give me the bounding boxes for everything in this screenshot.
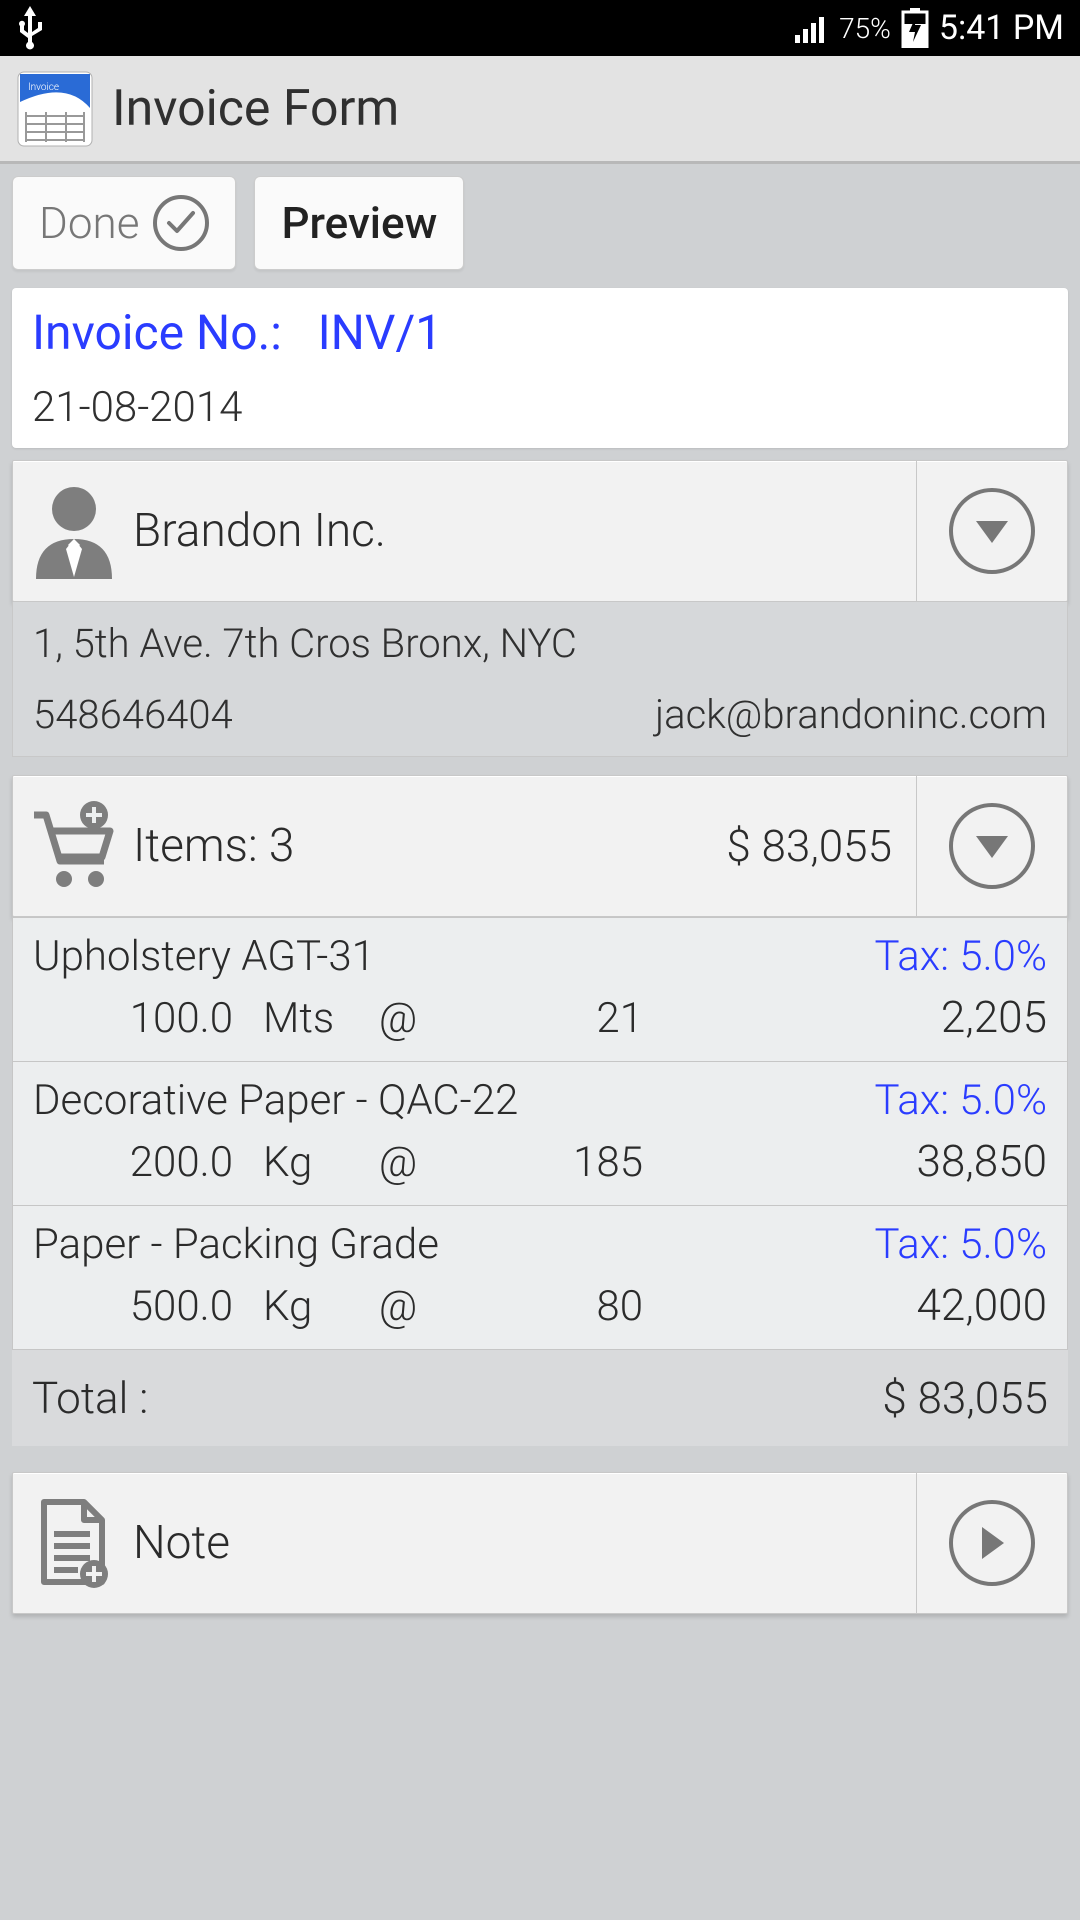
chevron-down-icon: [949, 803, 1035, 889]
clock: 5:41 PM: [939, 8, 1064, 48]
invoice-date: 21-08-2014: [32, 383, 1048, 432]
items-expand-button[interactable]: [917, 803, 1067, 889]
app-icon: Invoice: [16, 70, 94, 148]
total-value: $ 83,055: [882, 1372, 1048, 1424]
done-button[interactable]: Done: [12, 176, 236, 270]
items-count-label: Items: 3: [133, 819, 294, 873]
item-at: @: [353, 1282, 443, 1331]
item-unit: Mts: [233, 994, 353, 1043]
chevron-right-icon: [949, 1500, 1035, 1586]
item-amount: 38,850: [643, 1135, 1047, 1187]
line-items-list: Upholstery AGT-31 Tax: 5.0% 100.0 Mts @ …: [12, 917, 1068, 1350]
customer-phone: 548646404: [33, 691, 233, 738]
customer-expand-button[interactable]: [917, 488, 1067, 574]
item-unit: Kg: [233, 1138, 353, 1187]
invoice-number-value: INV/1: [318, 304, 443, 361]
preview-button[interactable]: Preview: [254, 176, 464, 270]
customer-select[interactable]: Brandon Inc.: [13, 461, 917, 601]
items-section-header: Items: 3 $ 83,055: [12, 775, 1068, 917]
item-tax: Tax: 5.0%: [875, 1220, 1047, 1269]
customer-email: jack@brandoninc.com: [655, 691, 1047, 738]
title-bar: Invoice Invoice Form: [0, 56, 1080, 164]
line-item[interactable]: Decorative Paper - QAC-22 Tax: 5.0% 200.…: [12, 1062, 1068, 1206]
note-add-icon: [29, 1493, 119, 1593]
battery-percent: 75%: [839, 12, 891, 45]
item-at: @: [353, 994, 443, 1043]
item-at: @: [353, 1138, 443, 1187]
item-rate: 21: [443, 994, 643, 1043]
customer-address: 1, 5th Ave. 7th Cros Bronx, NYC: [33, 620, 1047, 667]
usb-icon: [16, 6, 44, 50]
page-title: Invoice Form: [112, 80, 399, 138]
signal-icon: [795, 13, 829, 43]
line-item[interactable]: Upholstery AGT-31 Tax: 5.0% 100.0 Mts @ …: [12, 917, 1068, 1062]
preview-label: Preview: [281, 197, 437, 249]
invoice-number-label: Invoice No.:: [32, 304, 282, 361]
item-qty: 500.0: [33, 1282, 233, 1331]
customer-name: Brandon Inc.: [133, 504, 386, 558]
item-amount: 42,000: [643, 1279, 1047, 1331]
item-tax: Tax: 5.0%: [875, 932, 1047, 981]
item-name: Upholstery AGT-31: [33, 932, 375, 981]
item-tax: Tax: 5.0%: [875, 1076, 1047, 1125]
item-amount: 2,205: [643, 991, 1047, 1043]
note-open[interactable]: Note: [13, 1473, 917, 1613]
status-bar: 75% 5:41 PM: [0, 0, 1080, 56]
total-label: Total :: [32, 1372, 148, 1424]
action-button-row: Done Preview: [12, 176, 1068, 270]
item-name: Paper - Packing Grade: [33, 1220, 439, 1269]
item-name: Decorative Paper - QAC-22: [33, 1076, 518, 1125]
items-total: $ 83,055: [726, 820, 900, 872]
svg-text:Invoice: Invoice: [28, 82, 59, 93]
cart-add-icon: [29, 796, 119, 896]
done-label: Done: [39, 197, 139, 249]
note-expand-button[interactable]: [917, 1500, 1067, 1586]
check-circle-icon: [153, 195, 209, 251]
items-summary[interactable]: Items: 3 $ 83,055: [13, 776, 917, 916]
item-rate: 185: [443, 1138, 643, 1187]
item-rate: 80: [443, 1282, 643, 1331]
line-item[interactable]: Paper - Packing Grade Tax: 5.0% 500.0 Kg…: [12, 1206, 1068, 1350]
item-qty: 100.0: [33, 994, 233, 1043]
item-qty: 200.0: [33, 1138, 233, 1187]
item-unit: Kg: [233, 1282, 353, 1331]
note-label: Note: [133, 1516, 230, 1570]
note-section-header: Note: [12, 1472, 1068, 1614]
battery-charging-icon: [901, 8, 929, 48]
customer-section-header: Brandon Inc.: [12, 460, 1068, 602]
invoice-header-card[interactable]: Invoice No.: INV/1 21-08-2014: [12, 288, 1068, 448]
total-row: Total : $ 83,055: [12, 1350, 1068, 1446]
chevron-down-icon: [949, 488, 1035, 574]
customer-details: 1, 5th Ave. 7th Cros Bronx, NYC 54864640…: [12, 602, 1068, 757]
person-icon: [29, 481, 119, 581]
